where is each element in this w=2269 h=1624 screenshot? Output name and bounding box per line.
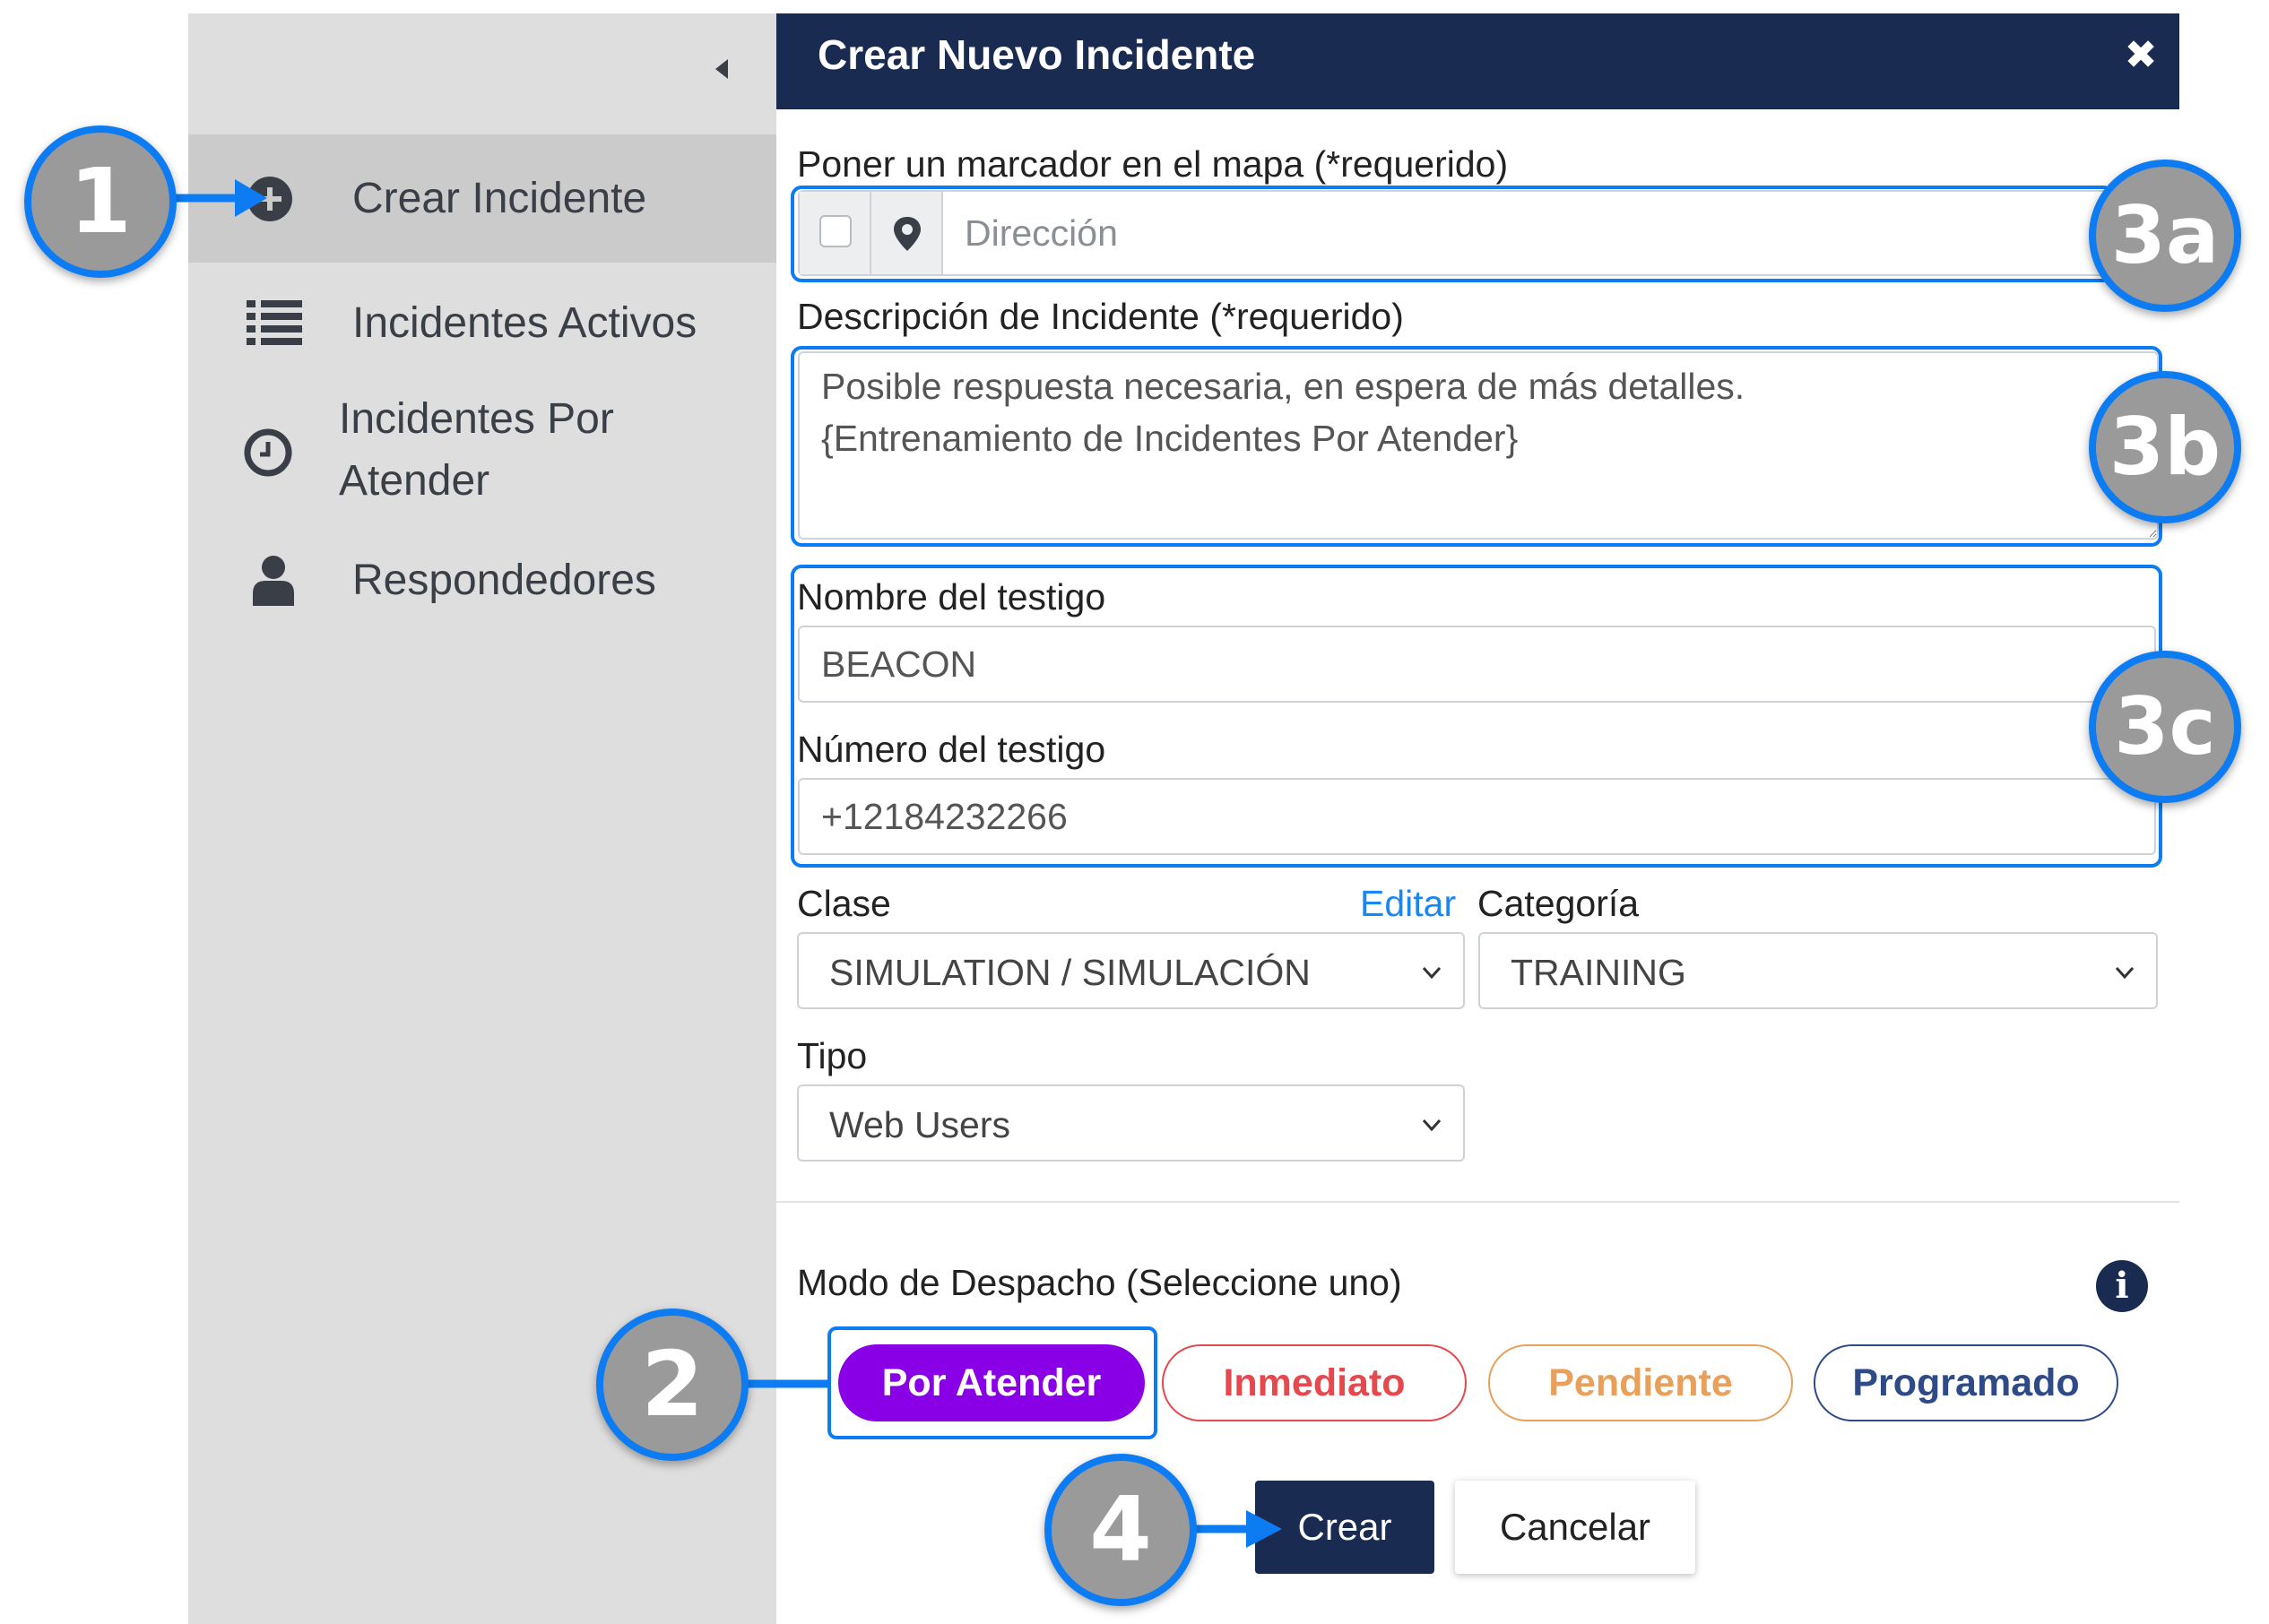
annotation-badge-2: 2 [596,1309,749,1461]
annotation-badge-1: 1 [24,125,177,278]
annotation-badge-3c: 3c [2089,651,2241,803]
annotation-badge-3a: 3a [2089,160,2241,312]
annotation-arrows [170,179,1282,1548]
annotation-badge-3b: 3b [2089,371,2241,523]
annotation-badge-4: 4 [1044,1454,1197,1606]
